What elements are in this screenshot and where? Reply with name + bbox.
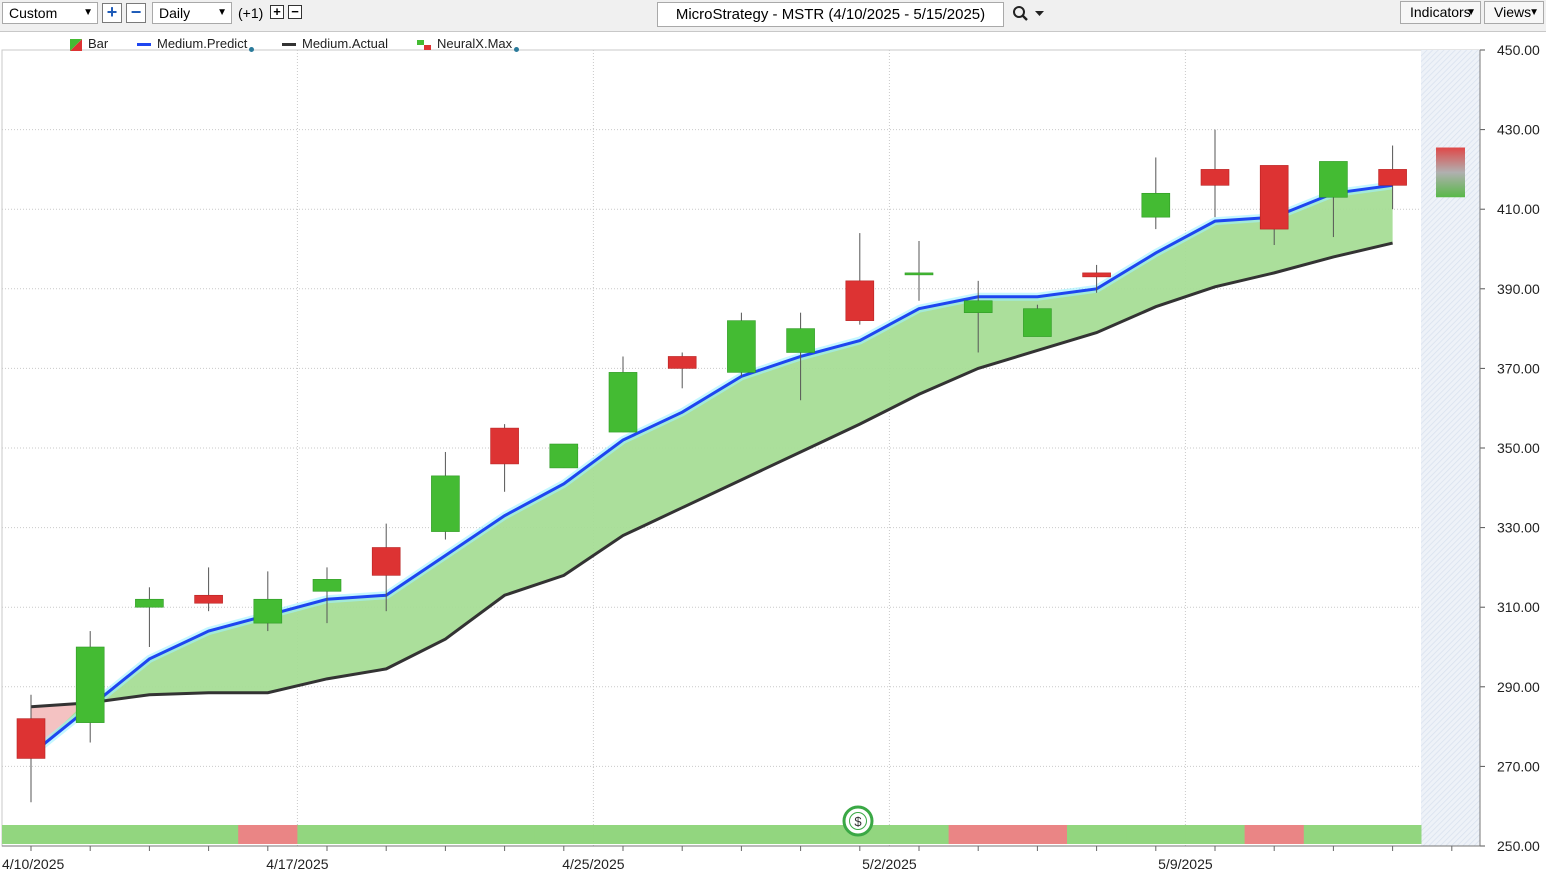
y-tick-label: 330.00 — [1497, 520, 1540, 536]
actual-swatch-icon — [282, 43, 296, 47]
y-tick-label: 430.00 — [1497, 122, 1540, 138]
candle-body — [1319, 161, 1348, 198]
signal-segment — [1244, 825, 1305, 844]
settings-dot-icon[interactable] — [249, 47, 255, 52]
signal-segment — [297, 825, 358, 844]
signal-segment — [415, 825, 476, 844]
signal-segment — [1126, 825, 1186, 844]
y-tick-label: 410.00 — [1497, 201, 1540, 217]
y-tick-label: 390.00 — [1497, 281, 1540, 297]
y-tick-label: 450.00 — [1497, 42, 1540, 58]
signal-segment — [1007, 825, 1068, 844]
signal-segment — [711, 825, 772, 844]
dividend-marker[interactable]: $ — [842, 805, 874, 837]
candle-body — [1378, 169, 1407, 186]
candle-body — [608, 372, 638, 433]
bar-swatch-icon — [70, 38, 82, 51]
neuralx-max-box — [1436, 147, 1465, 198]
y-tick-label: 310.00 — [1497, 599, 1540, 615]
x-tick-label: 4/10/2025 — [2, 856, 64, 872]
signal-segment — [2, 825, 62, 844]
signal-segment — [771, 825, 831, 844]
y-tick-label: 250.00 — [1497, 838, 1540, 854]
legend-neuralx-max-label: NeuralX.Max — [437, 36, 513, 51]
candle-body — [16, 718, 46, 759]
signal-segment — [889, 825, 950, 844]
y-tick-label: 290.00 — [1497, 679, 1540, 695]
signal-segment — [179, 825, 239, 844]
x-tick-label: 4/25/2025 — [562, 856, 624, 872]
candle-body — [963, 300, 993, 313]
y-axis: 450.00 430.00 410.00 390.00 370.00 350.00 330.… — [1479, 42, 1540, 854]
candle-body — [490, 427, 519, 465]
signal-segment — [534, 825, 594, 844]
legend-medium-actual[interactable]: Medium.Actual — [282, 36, 388, 51]
candle-body — [431, 475, 460, 532]
band-fill — [31, 185, 1393, 755]
signal-segment — [652, 825, 713, 844]
signal-segment — [1185, 825, 1246, 844]
signal-segment — [593, 825, 654, 844]
candle-body — [75, 646, 105, 723]
candle-body — [1200, 169, 1230, 186]
candle-body — [312, 579, 342, 592]
signal-segment — [60, 825, 121, 844]
candle-body — [1023, 308, 1052, 337]
legend-medium-predict[interactable]: Medium.Predict — [137, 36, 255, 52]
neuralx-swatch-icon — [417, 39, 431, 50]
settings-dot-icon[interactable] — [514, 47, 520, 52]
signal-strip — [2, 825, 1422, 844]
signal-segment — [1067, 825, 1127, 844]
signal-segment — [356, 825, 417, 844]
candle-body — [845, 280, 875, 321]
signal-segment — [475, 825, 535, 844]
x-tick-label: 5/2/2025 — [862, 856, 917, 872]
legend-medium-predict-label: Medium.Predict — [157, 36, 248, 51]
candle-body — [253, 598, 283, 624]
candle-body — [1082, 272, 1111, 278]
candle-body — [904, 272, 934, 276]
signal-segment — [119, 825, 180, 844]
signal-segment — [238, 825, 298, 844]
candle-body — [194, 594, 223, 604]
legend-bar-label: Bar — [88, 36, 109, 51]
candle-body — [786, 328, 815, 353]
legend-medium-actual-label: Medium.Actual — [302, 36, 388, 51]
signal-segment — [1363, 825, 1422, 844]
x-axis: 4/10/2025 4/17/2025 4/25/2025 5/2/2025 5/9/2… — [2, 845, 1512, 872]
candle-body — [1141, 192, 1171, 218]
legend-neuralx-max[interactable]: NeuralX.Max — [417, 36, 520, 52]
price-chart[interactable]: 450.00 430.00 410.00 390.00 370.00 350.00 330.… — [0, 0, 1546, 873]
x-tick-label: 4/17/2025 — [266, 856, 328, 872]
x-tick-label: 5/9/2025 — [1158, 856, 1213, 872]
y-tick-label: 350.00 — [1497, 440, 1540, 456]
candle-body — [135, 598, 164, 608]
signal-segment — [948, 825, 1009, 844]
y-tick-label: 270.00 — [1497, 758, 1540, 774]
y-tick-label: 370.00 — [1497, 360, 1540, 376]
signal-segment — [1303, 825, 1364, 844]
candle-body — [371, 547, 401, 576]
candle-body — [727, 320, 756, 373]
candle-body — [667, 356, 697, 369]
dollar-label: $ — [854, 814, 862, 829]
prediction-band — [31, 185, 1393, 755]
legend-bar[interactable]: Bar — [70, 36, 108, 51]
candle-body — [1259, 165, 1289, 230]
predict-swatch-icon — [137, 43, 151, 47]
candle-body — [549, 443, 579, 469]
